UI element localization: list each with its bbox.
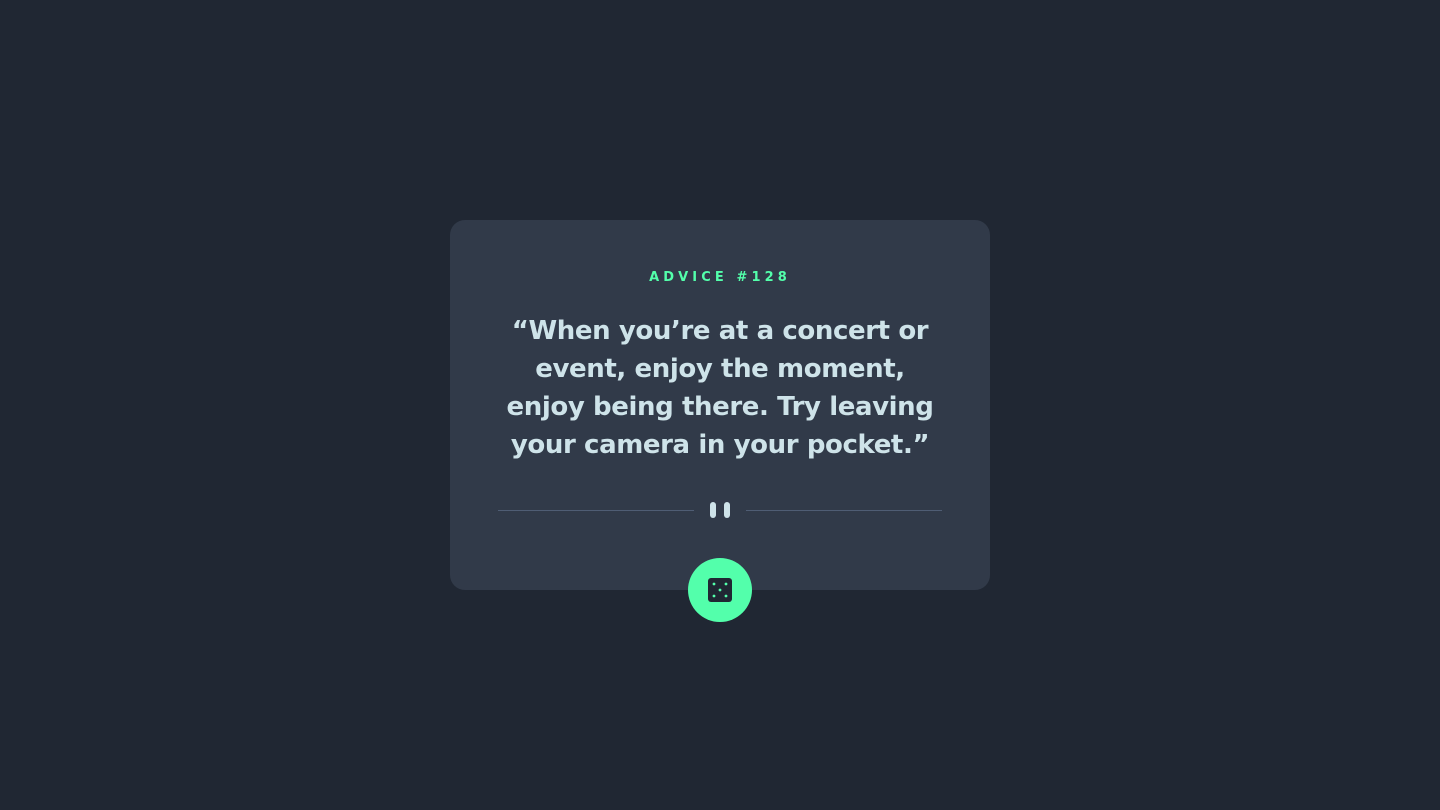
advice-id-label: ADVICE #128	[649, 270, 791, 285]
pattern-divider	[498, 500, 942, 520]
pause-icon	[710, 502, 730, 518]
new-advice-button[interactable]	[688, 558, 752, 622]
advice-quote: “When you’re at a concert or event, enjo…	[506, 316, 934, 460]
pause-bar-right	[724, 502, 730, 518]
divider-line-right	[746, 510, 942, 511]
pause-bar-left	[710, 502, 716, 518]
page: ADVICE #128 “When you’re at a concert or…	[0, 0, 1440, 810]
advice-card: ADVICE #128 “When you’re at a concert or…	[450, 220, 990, 590]
dice-icon	[708, 578, 732, 602]
divider-line-left	[498, 510, 694, 511]
